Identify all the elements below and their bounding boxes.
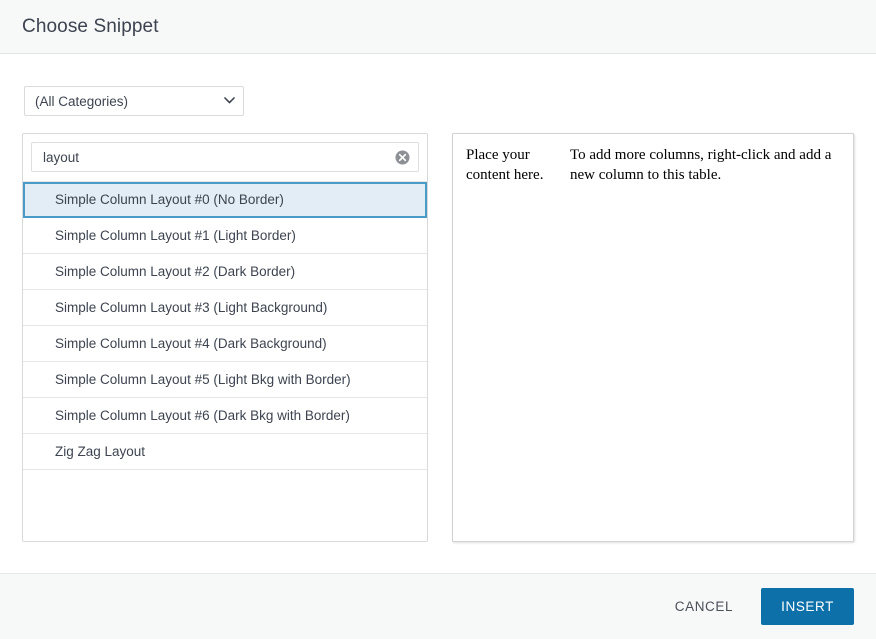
search-box[interactable] (31, 142, 419, 172)
cancel-button[interactable]: CANCEL (661, 589, 747, 624)
list-item-label: Simple Column Layout #3 (Light Backgroun… (55, 300, 327, 315)
list-item-label: Simple Column Layout #5 (Light Bkg with … (55, 372, 351, 387)
list-item[interactable]: Zig Zag Layout (23, 434, 427, 470)
list-item-label: Simple Column Layout #1 (Light Border) (55, 228, 296, 243)
clear-circle-icon[interactable] (395, 150, 410, 165)
list-item-label: Simple Column Layout #4 (Dark Background… (55, 336, 327, 351)
preview-table: Place your content here. To add more col… (453, 134, 853, 186)
list-item[interactable]: Simple Column Layout #1 (Light Border) (23, 218, 427, 254)
dialog-footer: CANCEL INSERT (0, 573, 876, 639)
list-item[interactable]: Simple Column Layout #4 (Dark Background… (23, 326, 427, 362)
snippet-list-panel: Simple Column Layout #0 (No Border) Simp… (22, 133, 428, 542)
search-row (23, 134, 427, 172)
list-item-label: Simple Column Layout #6 (Dark Bkg with B… (55, 408, 350, 423)
search-input[interactable] (32, 143, 418, 171)
snippet-list[interactable]: Simple Column Layout #0 (No Border) Simp… (23, 181, 427, 470)
table-row: Place your content here. To add more col… (453, 134, 853, 186)
snippet-preview-panel: Place your content here. To add more col… (452, 133, 854, 542)
list-item-label: Simple Column Layout #0 (No Border) (55, 192, 284, 207)
dialog-header: Choose Snippet (0, 0, 876, 54)
preview-column-1: Place your content here. (453, 134, 570, 186)
list-item[interactable]: Simple Column Layout #3 (Light Backgroun… (23, 290, 427, 326)
list-item-label: Zig Zag Layout (55, 444, 145, 459)
insert-button[interactable]: INSERT (761, 588, 854, 625)
dialog-body: (All Categories) Simple Column Layout #0… (0, 55, 876, 573)
category-filter[interactable]: (All Categories) (24, 86, 244, 116)
category-select[interactable]: (All Categories) (24, 86, 244, 116)
page-title: Choose Snippet (22, 16, 159, 38)
list-item[interactable]: Simple Column Layout #0 (No Border) (23, 182, 427, 218)
list-item[interactable]: Simple Column Layout #2 (Dark Border) (23, 254, 427, 290)
list-item[interactable]: Simple Column Layout #5 (Light Bkg with … (23, 362, 427, 398)
preview-column-2: To add more columns, right-click and add… (570, 134, 853, 186)
list-item-label: Simple Column Layout #2 (Dark Border) (55, 264, 295, 279)
list-item[interactable]: Simple Column Layout #6 (Dark Bkg with B… (23, 398, 427, 434)
